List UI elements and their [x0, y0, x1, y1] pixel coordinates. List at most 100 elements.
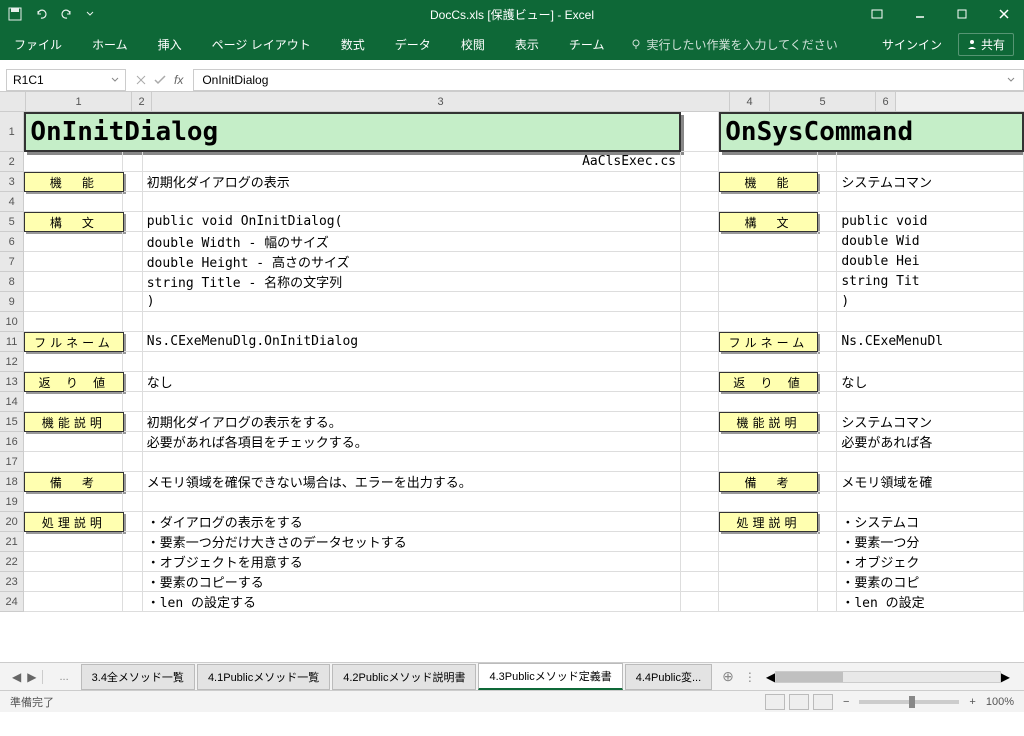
- cell[interactable]: [719, 252, 818, 272]
- field-label[interactable]: フルネーム: [719, 332, 818, 352]
- field-value[interactable]: [143, 492, 681, 512]
- cell[interactable]: [123, 452, 142, 472]
- field-label[interactable]: 備 考: [719, 472, 818, 492]
- cell[interactable]: [818, 492, 837, 512]
- field-value[interactable]: double Wid: [837, 232, 1024, 252]
- sheet-more[interactable]: ...: [49, 667, 78, 687]
- cell[interactable]: [681, 472, 719, 492]
- cell[interactable]: [123, 192, 142, 212]
- add-sheet-icon[interactable]: ⊕: [714, 668, 742, 685]
- field-value[interactable]: [143, 192, 681, 212]
- field-value[interactable]: [837, 492, 1024, 512]
- cell[interactable]: [123, 532, 142, 552]
- field-value[interactable]: 初期化ダイアログの表示: [143, 172, 681, 192]
- cell[interactable]: [681, 272, 719, 292]
- field-value[interactable]: 必要があれば各項目をチェックする。: [143, 432, 681, 452]
- field-value[interactable]: public void: [837, 212, 1024, 232]
- field-value[interactable]: [143, 392, 681, 412]
- cell[interactable]: [719, 312, 818, 332]
- cell[interactable]: [124, 332, 143, 352]
- cell[interactable]: [818, 532, 837, 552]
- source-filename[interactable]: AaClsExec.cs: [143, 152, 681, 172]
- field-label[interactable]: 機 能: [24, 172, 123, 192]
- cell[interactable]: [818, 392, 837, 412]
- cell[interactable]: [123, 392, 142, 412]
- cell[interactable]: [123, 312, 142, 332]
- cell[interactable]: [24, 452, 123, 472]
- cell[interactable]: [124, 472, 143, 492]
- cell[interactable]: [681, 552, 719, 572]
- field-label[interactable]: 処理説明: [24, 512, 123, 532]
- method-title-right[interactable]: OnSysCommand: [719, 112, 1024, 152]
- cell[interactable]: [123, 232, 142, 252]
- field-value[interactable]: Ns.CExeMenuDl: [837, 332, 1024, 352]
- cell[interactable]: [24, 592, 123, 612]
- cell[interactable]: [124, 172, 143, 192]
- field-label[interactable]: 構 文: [24, 212, 123, 232]
- cell[interactable]: [24, 312, 123, 332]
- cell[interactable]: [681, 212, 719, 232]
- row-header[interactable]: 7: [0, 252, 24, 272]
- field-value[interactable]: ・オブジェク: [837, 552, 1024, 572]
- cell[interactable]: [24, 272, 123, 292]
- row-header[interactable]: 11: [0, 332, 24, 352]
- field-value[interactable]: ・オブジェクトを用意する: [143, 552, 681, 572]
- field-value[interactable]: [837, 312, 1024, 332]
- cell[interactable]: [681, 452, 719, 472]
- field-label[interactable]: 備 考: [24, 472, 123, 492]
- cell[interactable]: [818, 372, 837, 392]
- cell[interactable]: [818, 272, 837, 292]
- row-header[interactable]: 23: [0, 572, 24, 592]
- cell[interactable]: [719, 272, 818, 292]
- scroll-left-icon[interactable]: ◀: [766, 670, 775, 684]
- cell[interactable]: [681, 412, 719, 432]
- row-header[interactable]: 12: [0, 352, 24, 372]
- col-header[interactable]: 1: [26, 92, 132, 111]
- row-header[interactable]: 4: [0, 192, 24, 212]
- sheet-tab[interactable]: 4.4Public変...: [625, 664, 712, 690]
- field-value[interactable]: [837, 352, 1024, 372]
- row-header[interactable]: 10: [0, 312, 24, 332]
- redo-icon[interactable]: [60, 7, 74, 21]
- ribbon-display-icon[interactable]: [864, 5, 890, 23]
- field-label[interactable]: 処理説明: [719, 512, 818, 532]
- field-value[interactable]: [143, 452, 681, 472]
- cell[interactable]: [719, 532, 818, 552]
- sheet-tab[interactable]: 4.1Publicメソッド一覧: [197, 664, 330, 690]
- cell[interactable]: [719, 572, 818, 592]
- tab-data[interactable]: データ: [391, 30, 435, 59]
- cell[interactable]: [818, 432, 837, 452]
- cell[interactable]: [818, 312, 837, 332]
- cell[interactable]: [818, 452, 837, 472]
- field-value[interactable]: なし: [837, 372, 1024, 392]
- undo-icon[interactable]: [34, 7, 48, 21]
- cell[interactable]: [681, 252, 719, 272]
- expand-formula-icon[interactable]: [1007, 76, 1015, 84]
- cell[interactable]: [818, 172, 837, 192]
- cell[interactable]: [818, 352, 837, 372]
- cell[interactable]: [681, 392, 719, 412]
- cell[interactable]: [24, 392, 123, 412]
- field-value[interactable]: double Width - 幅のサイズ: [143, 232, 681, 252]
- name-box[interactable]: R1C1: [6, 69, 126, 91]
- sheet-nav-next-icon[interactable]: ▶: [27, 670, 36, 684]
- row-header[interactable]: 6: [0, 232, 24, 252]
- row-header[interactable]: 19: [0, 492, 24, 512]
- cell[interactable]: [123, 352, 142, 372]
- row-header[interactable]: 17: [0, 452, 24, 472]
- cell[interactable]: [719, 592, 818, 612]
- cell[interactable]: [681, 432, 719, 452]
- cell[interactable]: [123, 492, 142, 512]
- sheet-tab-active[interactable]: 4.3Publicメソッド定義書: [478, 663, 622, 690]
- cell[interactable]: [818, 472, 837, 492]
- cell[interactable]: [818, 252, 837, 272]
- row-header[interactable]: 18: [0, 472, 24, 492]
- tab-review[interactable]: 校閲: [457, 30, 489, 59]
- tab-split-icon[interactable]: ⋮: [744, 670, 756, 684]
- field-label[interactable]: 返 り 値: [719, 372, 818, 392]
- field-value[interactable]: メモリ領域を確保できない場合は、エラーを出力する。: [143, 472, 681, 492]
- cancel-formula-icon[interactable]: [136, 75, 146, 85]
- row-header[interactable]: 20: [0, 512, 24, 532]
- cell[interactable]: [719, 152, 818, 172]
- field-value[interactable]: 初期化ダイアログの表示をする。: [143, 412, 681, 432]
